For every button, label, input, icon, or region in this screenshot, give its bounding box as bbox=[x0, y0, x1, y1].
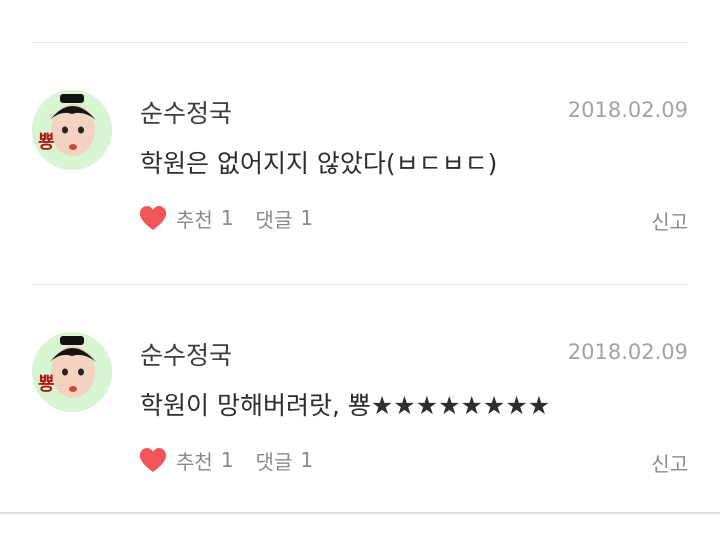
bottom-divider bbox=[0, 512, 720, 514]
comment-item: 뿅 순수정국 2018.02.09 학원은 없어지지 않았다(ㅂㄷㅂㄷ) 추천 … bbox=[0, 60, 720, 300]
avatar[interactable]: 뿅 bbox=[32, 90, 112, 170]
reply-button[interactable]: 댓글 1 bbox=[256, 204, 314, 233]
reply-count: 1 bbox=[300, 206, 314, 230]
heart-icon bbox=[138, 204, 168, 232]
like-button[interactable]: 추천 1 bbox=[138, 446, 234, 475]
avatar-badge: 뿅 bbox=[38, 374, 55, 395]
avatar[interactable]: 뿅 bbox=[32, 332, 112, 412]
comment-text: 학원은 없어지지 않았다(ㅂㄷㅂㄷ) bbox=[140, 149, 498, 178]
comment-author[interactable]: 순수정국 bbox=[140, 336, 232, 372]
reply-button[interactable]: 댓글 1 bbox=[256, 446, 314, 475]
comment-date: 2018.02.09 bbox=[567, 98, 688, 122]
like-button[interactable]: 추천 1 bbox=[138, 204, 234, 233]
reply-label: 댓글 bbox=[255, 207, 293, 232]
comment-text: 학원이 망해버려랏, 뿅★★★★★★★★ bbox=[140, 391, 551, 420]
like-label: 추천 bbox=[176, 207, 213, 232]
reply-label: 댓글 bbox=[255, 449, 293, 474]
report-button[interactable]: 신고 bbox=[651, 448, 688, 477]
reply-count: 1 bbox=[300, 448, 314, 472]
top-divider bbox=[32, 42, 688, 43]
comment-divider bbox=[32, 284, 688, 285]
like-count: 1 bbox=[220, 448, 234, 472]
avatar-image: 뿅 bbox=[32, 90, 112, 170]
report-button[interactable]: 신고 bbox=[651, 206, 688, 235]
comment-actions: 추천 1 댓글 1 bbox=[138, 202, 313, 234]
avatar-image: 뿅 bbox=[32, 332, 112, 412]
comment-author[interactable]: 순수정국 bbox=[140, 94, 232, 130]
like-label: 추천 bbox=[176, 449, 213, 474]
avatar-badge: 뿅 bbox=[38, 132, 55, 153]
comment-actions: 추천 1 댓글 1 bbox=[138, 444, 313, 476]
comment-item: 뿅 순수정국 2018.02.09 학원이 망해버려랏, 뿅★★★★★★★★ 추… bbox=[0, 302, 720, 542]
like-count: 1 bbox=[220, 206, 234, 230]
heart-icon bbox=[138, 446, 168, 474]
comment-date: 2018.02.09 bbox=[567, 340, 688, 364]
